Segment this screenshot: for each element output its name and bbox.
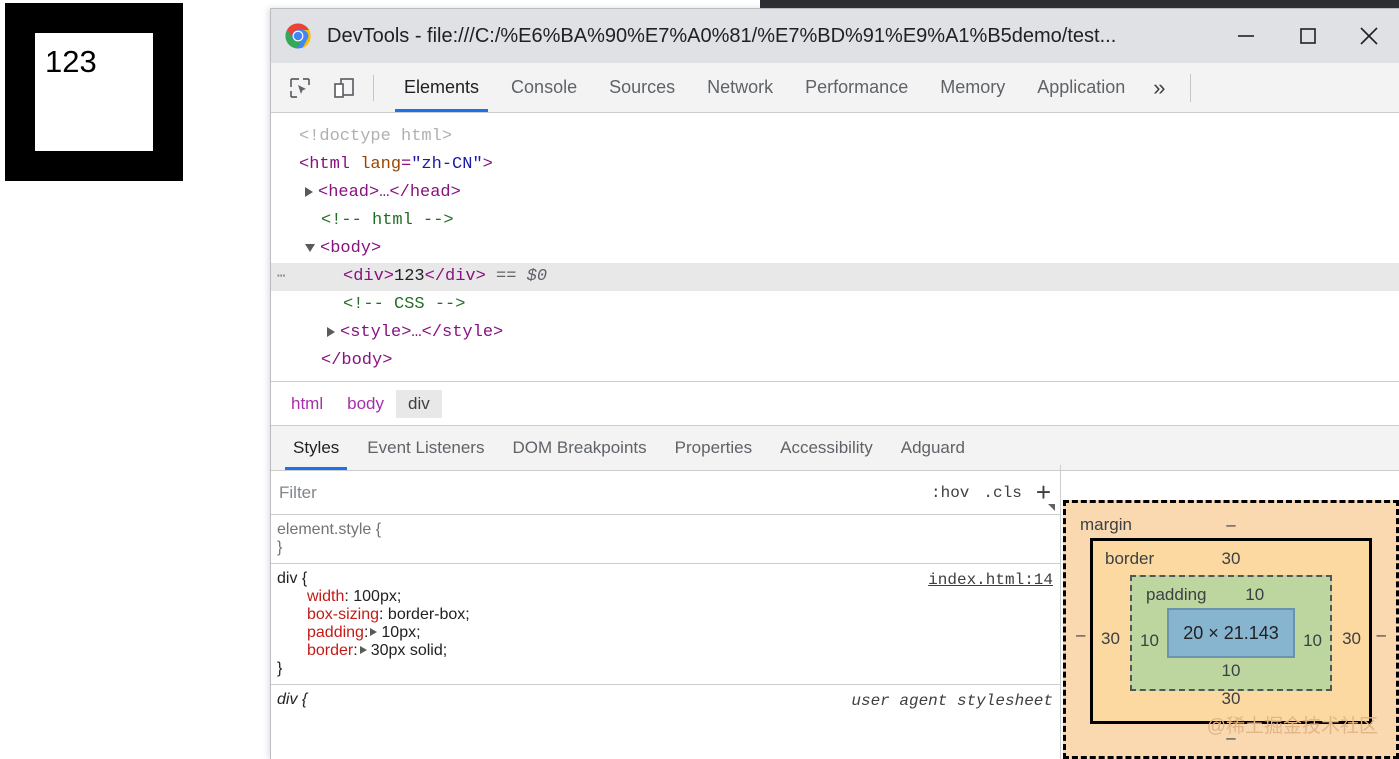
screen: 123 DevTools - file:///C:/%E6%BA%90%E7%A… <box>0 0 1399 759</box>
tab-adguard[interactable]: Adguard <box>887 426 979 470</box>
hov-toggle-button[interactable]: :hov <box>931 484 969 502</box>
dom-row-div-selected[interactable]: ⋯ <div>123</div> == $0 <box>271 263 1399 291</box>
tab-application[interactable]: Application <box>1021 63 1141 112</box>
inspect-element-icon[interactable] <box>285 73 315 103</box>
chrome-logo-icon <box>285 23 311 49</box>
box-model-padding-label: padding <box>1146 585 1207 604</box>
css-declaration-width[interactable]: width: 100px; <box>277 588 1053 606</box>
window-titlebar: DevTools - file:///C:/%E6%BA%90%E7%A0%81… <box>271 9 1399 63</box>
css-rule-element-style[interactable]: element.style { } <box>271 515 1061 563</box>
dom-row-body-close[interactable]: </body> <box>271 347 1399 375</box>
styles-pane-divider[interactable] <box>1060 465 1061 759</box>
row-actions-icon[interactable]: ⋯ <box>277 263 286 291</box>
tab-accessibility[interactable]: Accessibility <box>766 426 887 470</box>
tab-performance[interactable]: Performance <box>789 63 924 112</box>
box-model-border-left[interactable]: 30 <box>1101 629 1120 649</box>
css-declaration-padding[interactable]: padding: 10px; <box>277 624 1053 642</box>
css-rule-div-user-agent[interactable]: user agent stylesheet div { <box>271 684 1061 715</box>
maximize-button[interactable] <box>1277 9 1339 63</box>
dom-row-style[interactable]: <style>…</style> <box>271 319 1399 347</box>
box-model-margin-top[interactable]: – <box>1226 515 1235 535</box>
expand-padding-icon[interactable] <box>370 628 378 637</box>
tabstrip-end-separator <box>1189 73 1191 102</box>
tab-elements[interactable]: Elements <box>388 63 495 112</box>
close-button[interactable] <box>1339 9 1399 63</box>
minimize-button[interactable] <box>1215 9 1277 63</box>
watermark: @稀土掘金技术社区 <box>1206 716 1378 737</box>
dom-row-comment-html[interactable]: <!-- html --> <box>271 207 1399 235</box>
dom-row-head[interactable]: <head>…</head> <box>271 179 1399 207</box>
devtools-tabstrip: Elements Console Sources Network Perform… <box>271 63 1399 113</box>
cls-toggle-button[interactable]: .cls <box>983 484 1021 502</box>
expand-head-icon[interactable] <box>305 186 313 197</box>
css-rule-close-element-style: } <box>277 539 283 556</box>
filter-input[interactable] <box>271 471 931 514</box>
css-rule-origin-link[interactable]: index.html:14 <box>928 571 1053 589</box>
tab-memory[interactable]: Memory <box>924 63 1021 112</box>
styles-filter-bar: :hov .cls + <box>271 471 1061 515</box>
rendered-page-canvas: 123 <box>0 0 270 759</box>
box-model-border-right[interactable]: 30 <box>1342 629 1361 649</box>
box-model-border-box: border 30 30 30 30 padding 10 10 10 10 2… <box>1090 538 1372 724</box>
box-model-padding-bottom[interactable]: 10 <box>1222 661 1241 681</box>
tab-console[interactable]: Console <box>495 63 593 112</box>
devtools-tool-icons <box>271 63 359 112</box>
styles-panel-tabs: Styles Event Listeners DOM Breakpoints P… <box>271 425 1399 471</box>
box-model-border-bottom[interactable]: 30 <box>1222 689 1241 709</box>
expand-border-icon[interactable] <box>359 646 367 655</box>
box-model-padding-box: padding 10 10 10 10 20 × 21.143 <box>1130 575 1332 691</box>
css-declaration-box-sizing[interactable]: box-sizing: border-box; <box>277 606 1053 624</box>
expand-style-icon[interactable] <box>327 326 335 337</box>
css-rule-close-div: } <box>277 660 283 677</box>
box-model-diagram: margin – – – – border 30 30 30 30 paddin… <box>1063 500 1399 759</box>
box-model-margin-right[interactable]: – <box>1377 625 1386 645</box>
dom-row-body-open[interactable]: <body> <box>271 235 1399 263</box>
toolbar-separator <box>373 74 374 101</box>
breadcrumb: html body div <box>271 381 1399 425</box>
box-model-padding-top[interactable]: 10 <box>1245 585 1264 605</box>
box-model-border-top[interactable]: 30 <box>1222 549 1241 569</box>
resize-corner-icon[interactable] <box>1048 504 1055 511</box>
box-model-margin-label: margin <box>1080 515 1132 534</box>
tab-styles[interactable]: Styles <box>279 426 353 470</box>
css-rule-origin-user-agent: user agent stylesheet <box>851 692 1053 710</box>
tab-event-listeners[interactable]: Event Listeners <box>353 426 498 470</box>
tab-properties[interactable]: Properties <box>661 426 766 470</box>
css-selector-element-style: element.style { <box>277 521 382 538</box>
filter-actions: :hov .cls + <box>931 479 1061 506</box>
breadcrumb-item-div[interactable]: div <box>396 389 442 418</box>
box-model-content-box[interactable]: 20 × 21.143 <box>1167 608 1295 658</box>
breadcrumb-item-body[interactable]: body <box>335 390 396 418</box>
tab-dom-breakpoints[interactable]: DOM Breakpoints <box>498 426 660 470</box>
css-rule-div[interactable]: index.html:14 div { width: 100px; box-si… <box>271 563 1061 684</box>
collapse-body-icon[interactable] <box>305 243 315 252</box>
dom-row-comment-css[interactable]: <!-- CSS --> <box>271 291 1399 319</box>
box-model-padding-right[interactable]: 10 <box>1303 631 1322 651</box>
more-tabs-icon[interactable]: » <box>1141 63 1177 112</box>
box-model-padding-left[interactable]: 10 <box>1140 631 1159 651</box>
dom-row-doctype[interactable]: <!doctype html> <box>271 123 1399 151</box>
breadcrumb-item-html[interactable]: html <box>279 390 335 418</box>
css-rules-list: element.style { } index.html:14 div { wi… <box>271 515 1061 759</box>
device-toolbar-icon[interactable] <box>329 73 359 103</box>
window-title: DevTools - file:///C:/%E6%BA%90%E7%A0%81… <box>327 24 1117 47</box>
css-declaration-border[interactable]: border: 30px solid; <box>277 642 1053 660</box>
tab-network[interactable]: Network <box>691 63 789 112</box>
tab-sources[interactable]: Sources <box>593 63 691 112</box>
box-model-margin-left[interactable]: – <box>1076 625 1085 645</box>
window-controls <box>1215 9 1399 63</box>
rendered-div-element: 123 <box>5 3 183 181</box>
dom-row-html[interactable]: <html lang="zh-CN"> <box>271 151 1399 179</box>
box-model-border-label: border <box>1105 549 1155 568</box>
new-style-rule-button[interactable]: + <box>1036 479 1051 505</box>
dom-tree: <!doctype html> <html lang="zh-CN"> <hea… <box>271 113 1399 381</box>
panel-tabs: Elements Console Sources Network Perform… <box>388 63 1178 112</box>
